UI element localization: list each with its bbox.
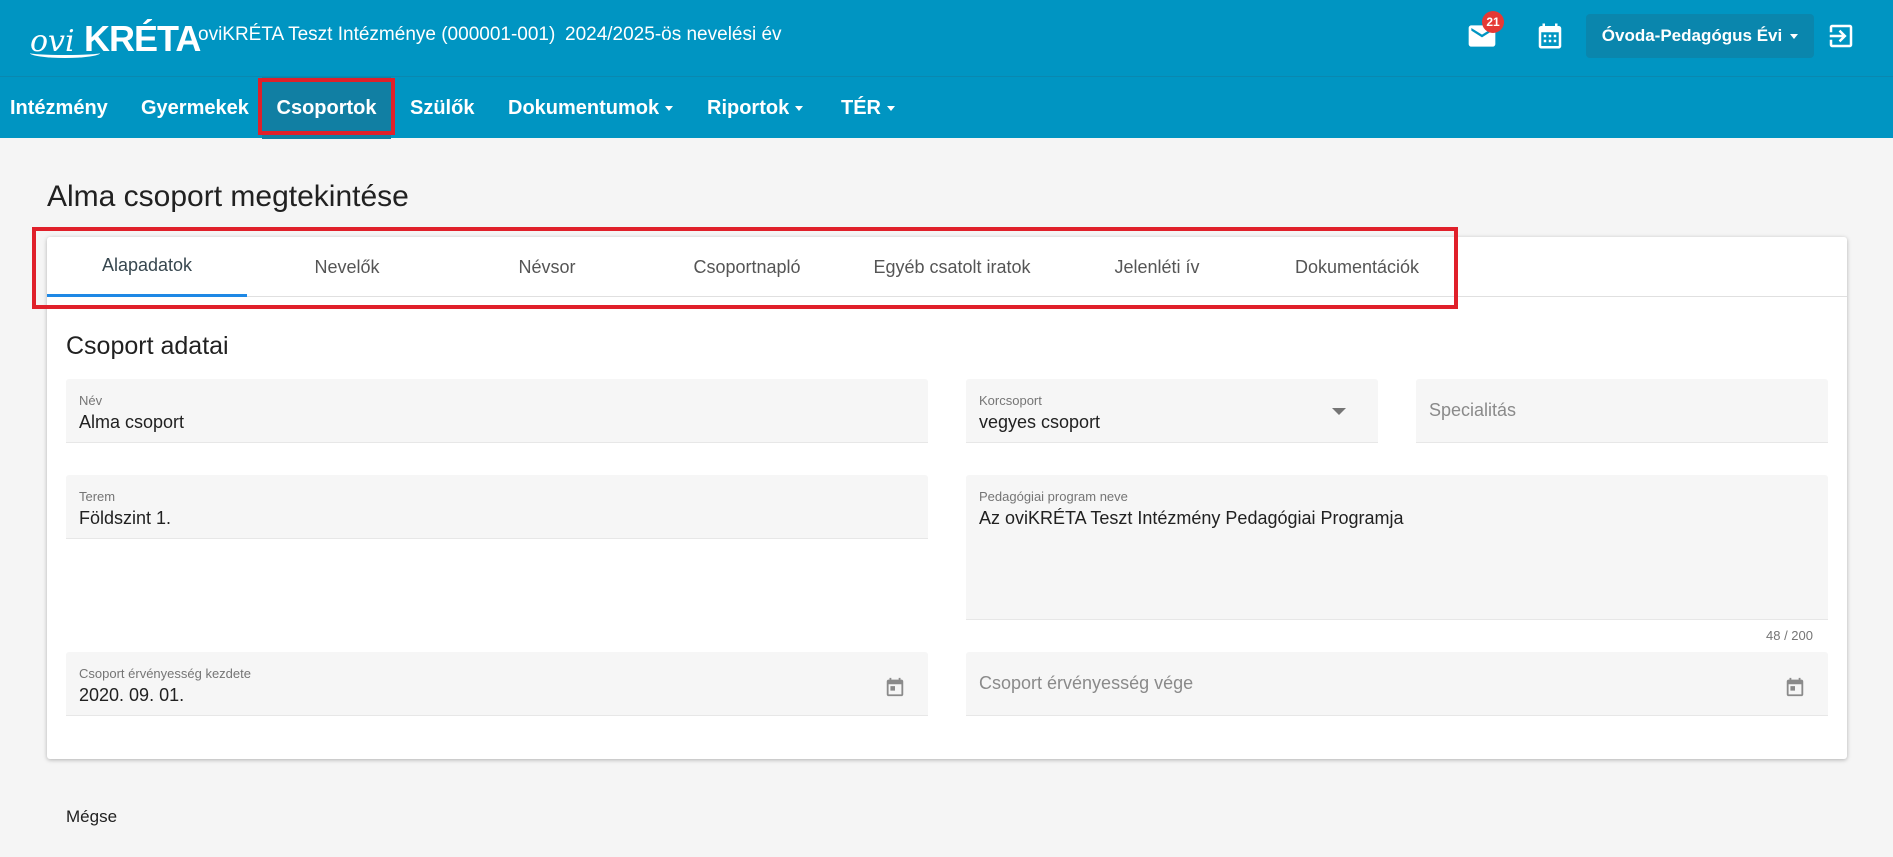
- nav-item-intezmeny[interactable]: Intézmény: [10, 77, 108, 139]
- tab-egyeb-csatolt-iratok[interactable]: Egyéb csatolt iratok: [847, 237, 1057, 297]
- nav-item-gyermekek[interactable]: Gyermekek: [141, 77, 249, 139]
- character-counter: 48 / 200: [1766, 628, 1813, 643]
- tab-bar: Alapadatok Nevelők Névsor Csoportnapló E…: [47, 237, 1847, 297]
- role-dropdown[interactable]: Óvoda-Pedagógus Évi: [1586, 14, 1814, 58]
- chevron-down-icon: [1790, 33, 1799, 39]
- logout-icon: [1829, 24, 1853, 48]
- calendar-icon[interactable]: [884, 676, 906, 698]
- chevron-down-icon: [665, 105, 674, 111]
- nav-item-szulok[interactable]: Szülők: [410, 77, 474, 139]
- role-label: Óvoda-Pedagógus Évi: [1601, 26, 1783, 45]
- nav-item-csoportok[interactable]: Csoportok: [262, 77, 391, 139]
- nav-item-ter[interactable]: TÉR: [841, 77, 895, 139]
- school-year: 2024/2025-ös nevelési év: [565, 24, 782, 45]
- valid-to-date-field[interactable]: Csoport érvényesség vége: [966, 652, 1828, 716]
- institution-name: oviKRÉTA Teszt Intézménye (000001-001): [198, 24, 556, 45]
- section-title: Csoport adatai: [66, 332, 229, 360]
- nav-item-dokumentumok[interactable]: Dokumentumok: [508, 77, 674, 139]
- cancel-button[interactable]: Mégse: [66, 807, 117, 827]
- tab-alapadatok[interactable]: Alapadatok: [47, 237, 247, 297]
- nav-item-riportok[interactable]: Riportok: [707, 77, 804, 139]
- chevron-down-icon: [795, 105, 804, 111]
- valid-from-date-field[interactable]: Csoport érvényesség kezdete 2020. 09. 01…: [66, 652, 928, 716]
- calendar-icon: [1538, 23, 1562, 49]
- main-nav: Intézmény Gyermekek Csoportok Szülők Dok…: [0, 76, 1893, 139]
- tab-csoportnaplo[interactable]: Csoportnapló: [647, 237, 847, 297]
- calendar-button[interactable]: [1535, 20, 1565, 52]
- calendar-icon[interactable]: [1784, 676, 1806, 698]
- app-logo[interactable]: ovi KRÉTA: [30, 10, 201, 64]
- tab-dokumentaciok[interactable]: Dokumentációk: [1257, 237, 1457, 297]
- tab-nevelok[interactable]: Nevelők: [247, 237, 447, 297]
- mail-count-badge: 21: [1482, 11, 1504, 33]
- page-title: Alma csoport megtekintése: [47, 180, 409, 213]
- program-name-textarea[interactable]: Pedagógiai program neve Az oviKRÉTA Tesz…: [966, 475, 1828, 620]
- logout-button[interactable]: [1826, 20, 1856, 52]
- name-field[interactable]: Név Alma csoport: [66, 379, 928, 443]
- tab-nevsor[interactable]: Névsor: [447, 237, 647, 297]
- tab-jelenleti-iv[interactable]: Jelenléti ív: [1057, 237, 1257, 297]
- room-field[interactable]: Terem Földszint 1.: [66, 475, 928, 539]
- specialty-field[interactable]: Specialitás: [1416, 379, 1828, 443]
- age-group-select[interactable]: Korcsoport vegyes csoport: [966, 379, 1378, 443]
- chevron-down-icon: [887, 105, 895, 111]
- dropdown-arrow-icon: [1332, 408, 1346, 415]
